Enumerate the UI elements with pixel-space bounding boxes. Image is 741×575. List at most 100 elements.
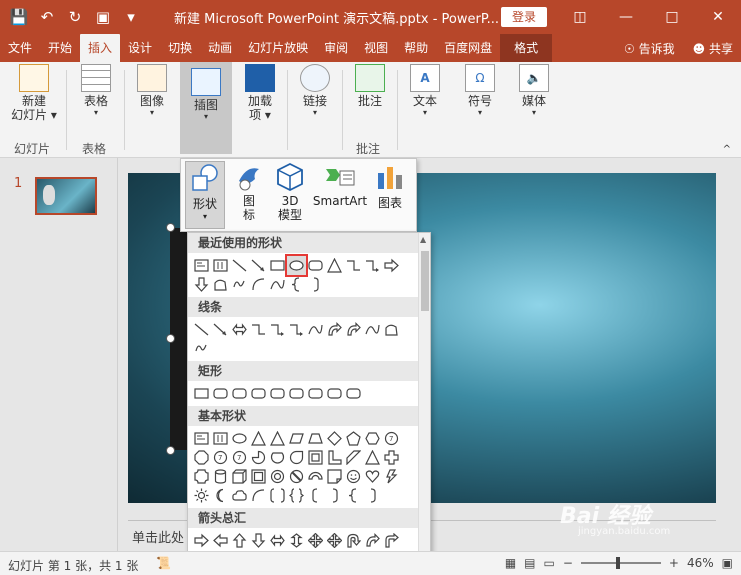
tab-insert[interactable]: 插入: [80, 34, 121, 62]
shape-brace-icon[interactable]: [344, 486, 363, 505]
shape-roundrect-icon[interactable]: [249, 384, 268, 403]
shape-rightbracket-icon[interactable]: [325, 486, 344, 505]
shape-diagstripe-icon[interactable]: [344, 448, 363, 467]
shape-roundrect-icon[interactable]: [306, 256, 325, 275]
shape-freeform-icon[interactable]: [382, 320, 401, 339]
shape-rightarrow-icon[interactable]: [382, 256, 401, 275]
shape-bracepair-icon[interactable]: [287, 486, 306, 505]
shape-plaque-icon[interactable]: [192, 467, 211, 486]
smartart-button[interactable]: SmartArt: [311, 161, 369, 208]
shape-triangle-icon[interactable]: [325, 256, 344, 275]
ribbon-display-icon[interactable]: ◫: [557, 0, 603, 34]
table-button[interactable]: 表格 ▾: [74, 64, 118, 118]
shapes-scrollbar[interactable]: ▲: [418, 233, 430, 573]
new-slide-button[interactable]: 新建 幻灯片 ▾: [8, 64, 60, 122]
shape-elbowarrow-icon[interactable]: [268, 320, 287, 339]
login-button[interactable]: 登录: [501, 7, 547, 27]
media-button[interactable]: 🔈 媒体 ▾: [514, 64, 554, 118]
shape-freeform-icon[interactable]: [211, 275, 230, 294]
shape-fold-icon[interactable]: [325, 467, 344, 486]
text-button[interactable]: A 文本 ▾: [405, 64, 445, 118]
shape-triangle-icon[interactable]: [363, 448, 382, 467]
shape-udarrow-icon[interactable]: [287, 531, 306, 550]
shapes-button[interactable]: 形状 ▾: [185, 161, 225, 229]
chart-button[interactable]: 图表: [373, 161, 407, 211]
shape-rect-icon[interactable]: [268, 256, 287, 275]
shape-moon-icon[interactable]: [211, 486, 230, 505]
shape-roundrect-icon[interactable]: [211, 384, 230, 403]
scroll-thumb[interactable]: [421, 251, 429, 311]
shape-heart-icon[interactable]: [363, 467, 382, 486]
shape-scribble-icon[interactable]: [192, 339, 211, 358]
shape-diamond-icon[interactable]: [325, 429, 344, 448]
shape-cross-icon[interactable]: [382, 448, 401, 467]
tab-file[interactable]: 文件: [0, 34, 40, 62]
resize-handle[interactable]: [166, 334, 175, 343]
shape-can-icon[interactable]: [211, 467, 230, 486]
shape-chord-icon[interactable]: [268, 448, 287, 467]
resize-handle[interactable]: [166, 446, 175, 455]
image-button[interactable]: 图像 ▾: [132, 64, 172, 118]
shape-rightarrow-icon[interactable]: [192, 531, 211, 550]
3d-models-button[interactable]: 3D 模型: [271, 161, 309, 222]
shape-roundrect-icon[interactable]: [344, 384, 363, 403]
resize-handle[interactable]: [166, 223, 175, 232]
shape-frame-icon[interactable]: [306, 448, 325, 467]
shape-roundrect-icon[interactable]: [287, 384, 306, 403]
shape-textbox-icon[interactable]: [192, 256, 211, 275]
shape-cube-icon[interactable]: [230, 467, 249, 486]
shape-roundrect-icon[interactable]: [306, 384, 325, 403]
tab-transitions[interactable]: 切换: [160, 34, 200, 62]
zoom-out-icon[interactable]: −: [563, 556, 573, 570]
shape-elbowarrow-icon[interactable]: [363, 256, 382, 275]
shape-curvearrow-icon[interactable]: [344, 320, 363, 339]
zoom-in-icon[interactable]: +: [669, 556, 679, 570]
slide-thumbnail[interactable]: [35, 177, 97, 215]
tell-me-box[interactable]: ☉ 告诉我: [624, 40, 675, 57]
shape-quadarrow-icon[interactable]: [306, 531, 325, 550]
tab-design[interactable]: 设计: [120, 34, 160, 62]
shape-lshape-icon[interactable]: [325, 448, 344, 467]
shape-circle7-icon[interactable]: 7: [230, 448, 249, 467]
zoom-slider[interactable]: [580, 557, 661, 569]
shape-rect-icon[interactable]: [192, 384, 211, 403]
shape-scribble-icon[interactable]: [230, 275, 249, 294]
shape-pie-icon[interactable]: [249, 448, 268, 467]
tab-format[interactable]: 格式: [500, 34, 553, 62]
shape-rightbracket-icon[interactable]: [306, 275, 325, 294]
shape-elbowarrow-icon[interactable]: [287, 320, 306, 339]
shape-triangle-icon[interactable]: [249, 429, 268, 448]
shape-downarrow-icon[interactable]: [192, 275, 211, 294]
shape-uturn-icon[interactable]: [344, 531, 363, 550]
normal-view-icon[interactable]: ▦: [505, 556, 516, 570]
shape-circle7-icon[interactable]: 7: [382, 429, 401, 448]
shape-noentry-icon[interactable]: [287, 467, 306, 486]
illustrations-button[interactable]: 插图 ▾: [180, 62, 232, 154]
fit-slide-icon[interactable]: ▣: [722, 556, 733, 570]
collapse-ribbon-icon[interactable]: ^: [723, 144, 731, 155]
shape-smiley-icon[interactable]: [344, 467, 363, 486]
maximize-icon[interactable]: □: [649, 0, 695, 34]
shape-hexagon-icon[interactable]: [363, 429, 382, 448]
shape-sun-icon[interactable]: [192, 486, 211, 505]
shape-circle7-icon[interactable]: 7: [211, 448, 230, 467]
tab-baidu-netdisk[interactable]: 百度网盘: [436, 34, 500, 62]
shape-elbow-icon[interactable]: [344, 256, 363, 275]
shape-brace-icon[interactable]: [287, 275, 306, 294]
shape-roundrect-icon[interactable]: [230, 384, 249, 403]
tab-slideshow[interactable]: 幻灯片放映: [240, 34, 316, 62]
shape-teardrop-icon[interactable]: [287, 448, 306, 467]
shape-leftarrow-icon[interactable]: [211, 531, 230, 550]
zoom-level[interactable]: 46%: [687, 556, 714, 570]
tab-view[interactable]: 视图: [356, 34, 396, 62]
shape-bracketpair-icon[interactable]: [268, 486, 287, 505]
shape-roundrect-icon[interactable]: [325, 384, 344, 403]
links-button[interactable]: 链接 ▾: [295, 64, 335, 118]
shape-pentagon-icon[interactable]: [344, 429, 363, 448]
slideshow-view-icon[interactable]: ▭: [544, 556, 555, 570]
comment-button[interactable]: 批注: [350, 64, 390, 108]
shape-donut-icon[interactable]: [268, 467, 287, 486]
shape-blockarc-icon[interactable]: [306, 467, 325, 486]
shape-textbox-icon[interactable]: [192, 429, 211, 448]
reading-view-icon[interactable]: ▤: [524, 556, 535, 570]
